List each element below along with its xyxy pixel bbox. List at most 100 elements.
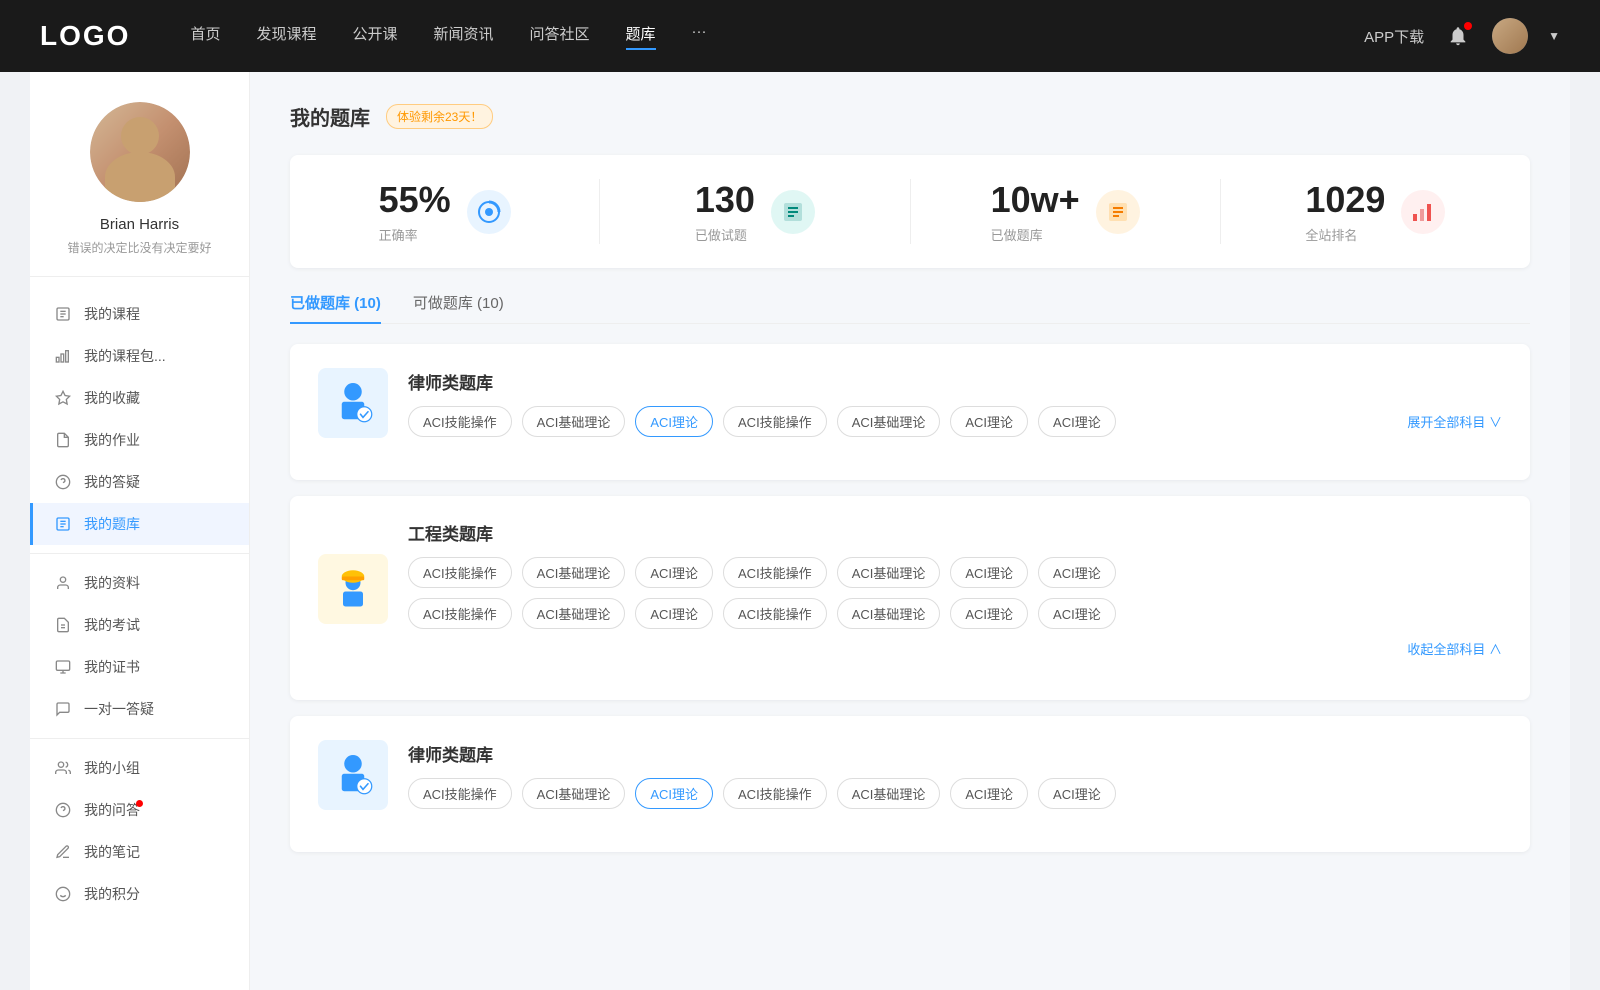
bank-card-lawyer1: 律师类题库 ACI技能操作 ACI基础理论 ACI理论 ACI技能操作 ACI基…	[290, 344, 1530, 480]
tag[interactable]: ACI基础理论	[837, 406, 941, 437]
sidebar-label-certs: 我的证书	[84, 657, 140, 677]
user-avatar-nav[interactable]	[1492, 18, 1528, 54]
tag[interactable]: ACI理论	[1038, 598, 1116, 629]
sidebar-divider-1	[30, 553, 249, 554]
engineer-icon-wrap	[318, 554, 388, 624]
nav-quiz[interactable]: 题库	[626, 23, 656, 50]
nav-qa[interactable]: 问答社区	[530, 23, 590, 50]
tag[interactable]: ACI理论	[950, 557, 1028, 588]
sidebar-item-notes[interactable]: 我的笔记	[30, 831, 249, 873]
tag[interactable]: ACI技能操作	[408, 406, 512, 437]
navbar-right: APP下载 ▼	[1364, 18, 1560, 54]
sidebar-item-quiz[interactable]: 我的题库	[30, 503, 249, 545]
profile-motto: 错误的决定比没有决定要好	[67, 239, 211, 256]
sidebar-item-exams[interactable]: 我的考试	[30, 604, 249, 646]
expand-lawyer1-link[interactable]: 展开全部科目 ∨	[1407, 412, 1502, 431]
tag[interactable]: ACI技能操作	[408, 557, 512, 588]
sidebar-label-groups: 我的小组	[84, 758, 140, 778]
trial-badge: 体验剩余23天！	[386, 104, 493, 129]
tag[interactable]: ACI理论	[1038, 557, 1116, 588]
tab-available-banks[interactable]: 可做题库 (10)	[413, 292, 504, 323]
tag[interactable]: ACI基础理论	[837, 557, 941, 588]
nav-home[interactable]: 首页	[190, 23, 220, 50]
sidebar-item-questions[interactable]: 我的答疑	[30, 461, 249, 503]
tag[interactable]: ACI基础理论	[522, 598, 626, 629]
stat-rank-label: 全站排名	[1305, 225, 1385, 244]
sidebar-item-certs[interactable]: 我的证书	[30, 646, 249, 688]
sidebar-item-points[interactable]: 我的积分	[30, 873, 249, 915]
sidebar-item-packages[interactable]: 我的课程包...	[30, 335, 249, 377]
page-layout: Brian Harris 错误的决定比没有决定要好 我的课程 我的课程包...	[30, 72, 1570, 990]
tag[interactable]: ACI理论	[950, 406, 1028, 437]
lawyer-icon	[328, 378, 378, 428]
tag[interactable]: ACI技能操作	[408, 778, 512, 809]
bank-card-lawyer2: 律师类题库 ACI技能操作 ACI基础理论 ACI理论 ACI技能操作 ACI基…	[290, 716, 1530, 852]
nav-open-course[interactable]: 公开课	[352, 23, 397, 50]
user-avatar	[90, 102, 190, 202]
tag[interactable]: ACI技能操作	[723, 778, 827, 809]
rank-icon	[1401, 190, 1445, 234]
tag-selected[interactable]: ACI理论	[635, 406, 713, 437]
lawyer1-icon-wrap	[318, 368, 388, 438]
tab-done-banks[interactable]: 已做题库 (10)	[290, 292, 381, 323]
notification-bell[interactable]	[1444, 22, 1472, 50]
sidebar-label-homework: 我的作业	[84, 430, 140, 450]
collapse-engineer-link[interactable]: 收起全部科目 ∧	[408, 639, 1502, 658]
profile-section: Brian Harris 错误的决定比没有决定要好	[30, 102, 249, 277]
sidebar-item-profile[interactable]: 我的资料	[30, 562, 249, 604]
tabs-row: 已做题库 (10) 可做题库 (10)	[290, 292, 1530, 324]
tag[interactable]: ACI理论	[1038, 778, 1116, 809]
sidebar-label-notes: 我的笔记	[84, 842, 140, 862]
sidebar-item-myqa[interactable]: 我的问答	[30, 789, 249, 831]
navbar: LOGO 首页 发现课程 公开课 新闻资讯 问答社区 题库 ··· APP下载 …	[0, 0, 1600, 72]
tag[interactable]: ACI基础理论	[522, 406, 626, 437]
engineer-icon	[328, 564, 378, 614]
sidebar-item-courses[interactable]: 我的课程	[30, 293, 249, 335]
tag[interactable]: ACI理论	[635, 598, 713, 629]
sidebar-item-favorites[interactable]: 我的收藏	[30, 377, 249, 419]
page-header: 我的题库 体验剩余23天！	[290, 102, 1530, 131]
sidebar-label-quiz: 我的题库	[84, 514, 140, 534]
tag[interactable]: ACI理论	[950, 598, 1028, 629]
bank-engineer-name: 工程类题库	[408, 520, 1502, 545]
sidebar-item-homework[interactable]: 我的作业	[30, 419, 249, 461]
sidebar-item-tutoring[interactable]: 一对一答疑	[30, 688, 249, 730]
tag[interactable]: ACI基础理论	[837, 778, 941, 809]
stat-done-banks: 10w+ 已做题库	[911, 179, 1221, 244]
bar-icon	[54, 347, 72, 365]
tag[interactable]: ACI理论	[950, 778, 1028, 809]
tag[interactable]: ACI基础理论	[522, 778, 626, 809]
note-icon	[54, 843, 72, 861]
sidebar-menu: 我的课程 我的课程包... 我的收藏 我的作业	[30, 277, 249, 931]
sidebar-label-favorites: 我的收藏	[84, 388, 140, 408]
lawyer2-icon-wrap	[318, 740, 388, 810]
tag[interactable]: ACI技能操作	[723, 598, 827, 629]
nav-news[interactable]: 新闻资讯	[434, 23, 494, 50]
profile-name: Brian Harris	[100, 216, 179, 233]
tag-selected[interactable]: ACI理论	[635, 778, 713, 809]
stat-done-questions: 130 已做试题	[600, 179, 910, 244]
question-icon	[54, 473, 72, 491]
tag[interactable]: ACI技能操作	[408, 598, 512, 629]
tag[interactable]: ACI理论	[635, 557, 713, 588]
done-questions-icon	[771, 190, 815, 234]
tag[interactable]: ACI技能操作	[723, 557, 827, 588]
tag[interactable]: ACI理论	[1038, 406, 1116, 437]
logo: LOGO	[40, 20, 130, 52]
stats-row: 55% 正确率 130 已做试题	[290, 155, 1530, 268]
tag[interactable]: ACI基础理论	[522, 557, 626, 588]
sidebar-label-points: 我的积分	[84, 884, 140, 904]
test-icon	[54, 616, 72, 634]
nav-more[interactable]: ···	[692, 23, 707, 50]
sidebar-label-questions: 我的答疑	[84, 472, 140, 492]
nav-courses[interactable]: 发现课程	[256, 23, 316, 50]
notification-badge	[1464, 22, 1472, 30]
sidebar-label-packages: 我的课程包...	[84, 346, 166, 366]
tag[interactable]: ACI技能操作	[723, 406, 827, 437]
file-icon	[54, 305, 72, 323]
app-download-link[interactable]: APP下载	[1364, 26, 1424, 47]
group-icon	[54, 759, 72, 777]
user-dropdown-arrow[interactable]: ▼	[1548, 29, 1560, 43]
sidebar-item-groups[interactable]: 我的小组	[30, 747, 249, 789]
tag[interactable]: ACI基础理论	[837, 598, 941, 629]
